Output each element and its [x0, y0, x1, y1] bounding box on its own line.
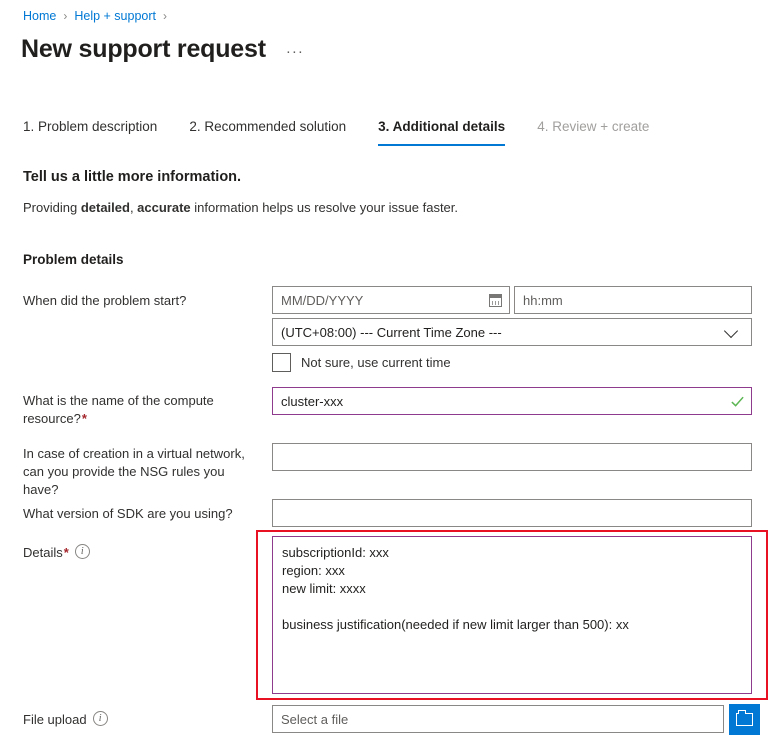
- folder-icon: [736, 713, 753, 726]
- label-nsg-rules: In case of creation in a virtual network…: [23, 445, 258, 499]
- label-file-upload-text: File upload: [23, 712, 87, 727]
- label-file-upload: File upload: [23, 711, 258, 729]
- tab-recommended-solution[interactable]: 2. Recommended solution: [189, 118, 346, 146]
- intro-subtext-part3: information helps us resolve your issue …: [191, 200, 458, 215]
- details-textarea[interactable]: subscriptionId: xxx region: xxx new limi…: [272, 536, 752, 694]
- tab-additional-details[interactable]: 3. Additional details: [378, 118, 505, 146]
- more-options-icon[interactable]: ···: [286, 47, 304, 57]
- timezone-selected-value: (UTC+08:00) --- Current Time Zone ---: [281, 325, 502, 340]
- label-problem-start: When did the problem start?: [23, 292, 258, 310]
- intro-subtext-part1: Providing: [23, 200, 81, 215]
- intro-heading: Tell us a little more information.: [23, 169, 241, 185]
- label-compute-resource: What is the name of the compute resource…: [23, 392, 258, 428]
- file-upload-input[interactable]: [272, 705, 724, 733]
- section-heading-problem-details: Problem details: [23, 252, 124, 267]
- label-details-text: Details: [23, 545, 63, 560]
- intro-subtext-bold-accurate: accurate: [137, 200, 190, 215]
- timezone-dropdown[interactable]: (UTC+08:00) --- Current Time Zone ---: [272, 318, 752, 346]
- file-browse-button[interactable]: [729, 704, 760, 735]
- breadcrumb-item-help-support[interactable]: Help + support: [74, 8, 156, 24]
- checkbox-box: [272, 353, 291, 372]
- wizard-step-tabs: 1. Problem description 2. Recommended so…: [23, 118, 681, 146]
- breadcrumb-chevron-icon: ›: [163, 8, 167, 24]
- tab-review-create: 4. Review + create: [537, 118, 649, 146]
- breadcrumb-chevron-icon: ›: [63, 8, 67, 24]
- tab-problem-description[interactable]: 1. Problem description: [23, 118, 157, 146]
- page-title: New support request: [21, 32, 266, 66]
- intro-subtext-bold-detailed: detailed: [81, 200, 130, 215]
- intro-subtext: Providing detailed, accurate information…: [23, 200, 458, 215]
- label-compute-resource-text: What is the name of the compute resource…: [23, 393, 214, 426]
- checkbox-label: Not sure, use current time: [301, 355, 451, 370]
- compute-resource-input[interactable]: [272, 387, 752, 415]
- info-icon[interactable]: [93, 711, 108, 726]
- page-header: New support request ···: [21, 32, 304, 66]
- label-sdk-version: What version of SDK are you using?: [23, 505, 258, 523]
- problem-start-date-input[interactable]: [272, 286, 510, 314]
- problem-start-time-input[interactable]: [514, 286, 752, 314]
- breadcrumb: Home › Help + support ›: [23, 8, 174, 24]
- required-indicator: *: [82, 411, 87, 426]
- required-indicator: *: [64, 545, 69, 560]
- sdk-version-input[interactable]: [272, 499, 752, 527]
- label-details: Details*: [23, 544, 258, 562]
- nsg-rules-input[interactable]: [272, 443, 752, 471]
- not-sure-use-current-time-checkbox[interactable]: Not sure, use current time: [272, 353, 451, 372]
- breadcrumb-item-home[interactable]: Home: [23, 8, 56, 24]
- info-icon[interactable]: [75, 544, 90, 559]
